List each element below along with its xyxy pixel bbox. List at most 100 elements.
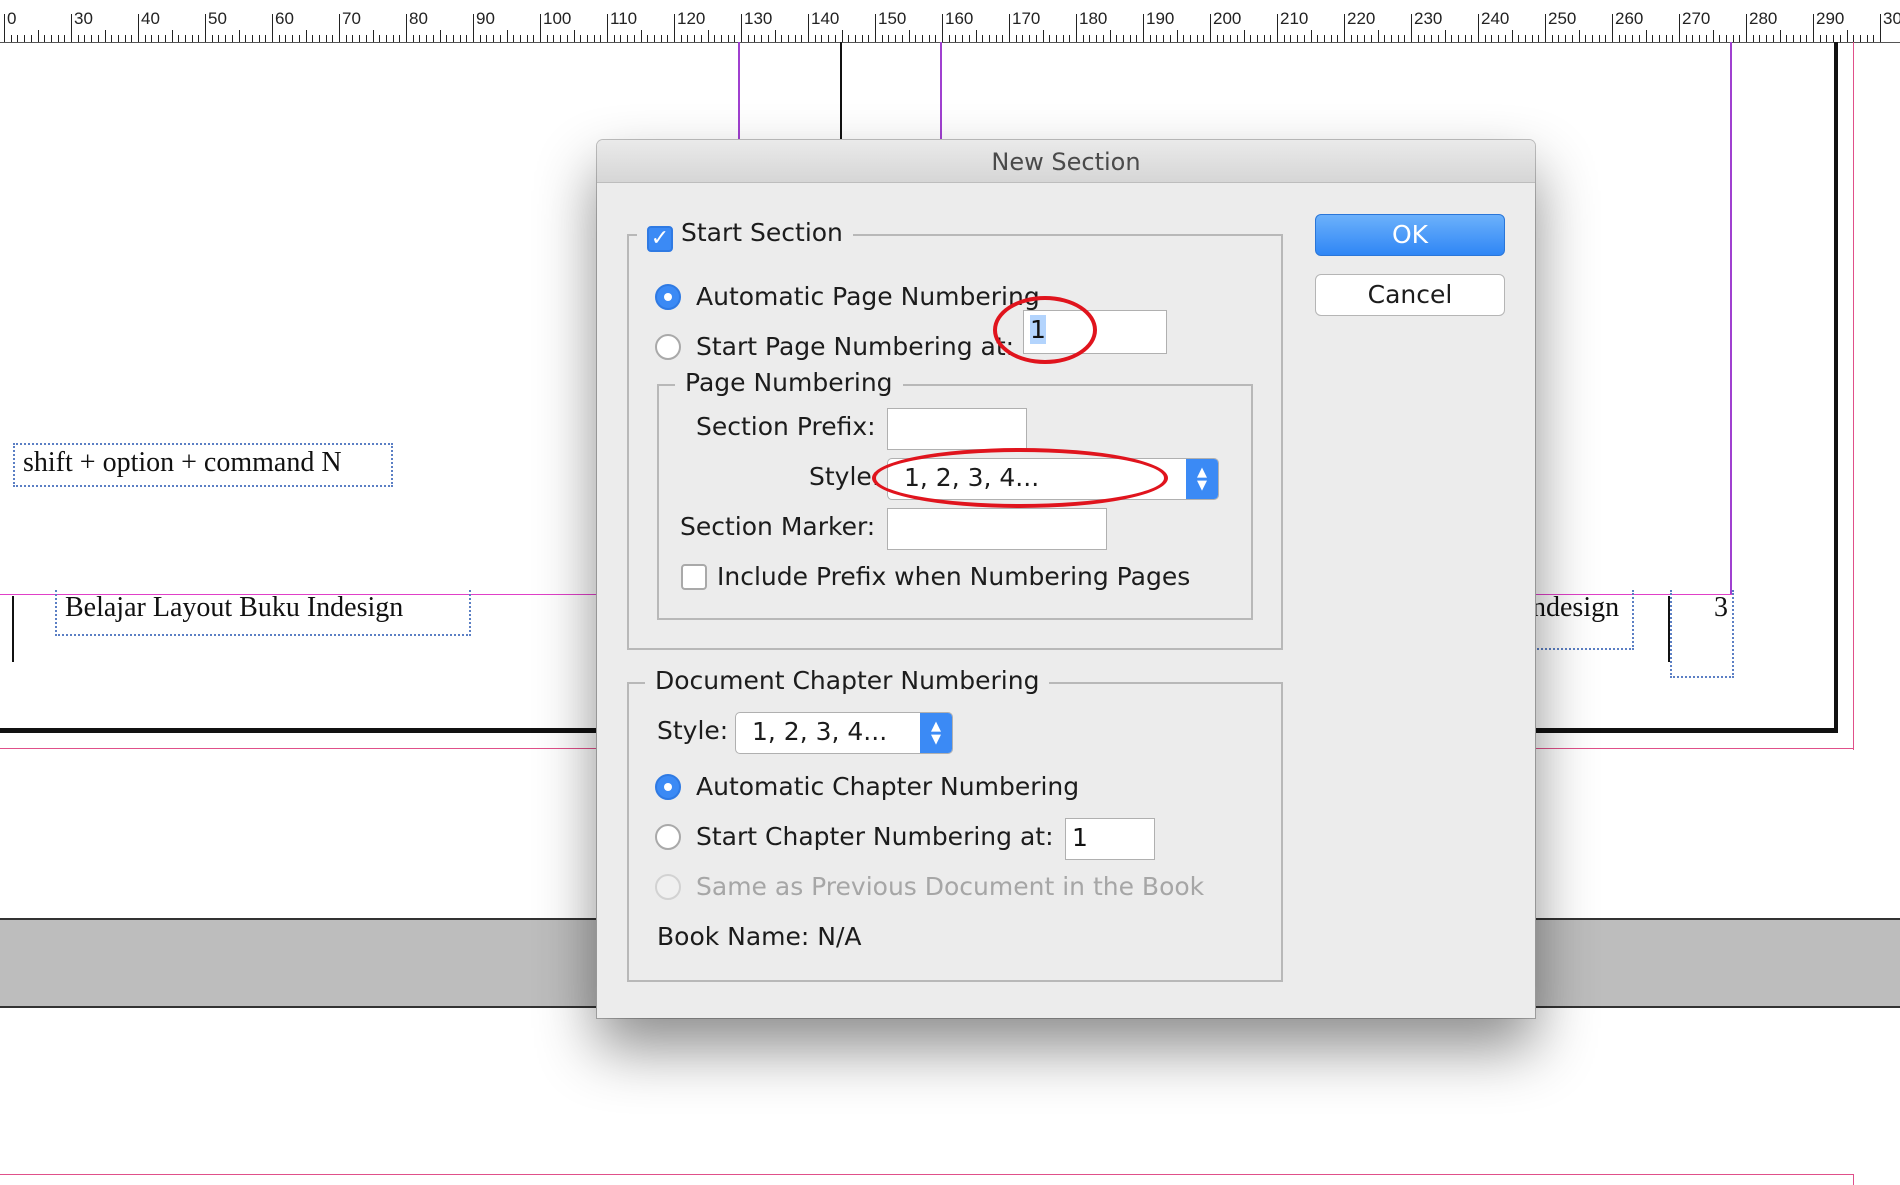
ruler-minor-tick [734,35,736,42]
start-chapter-numbering-radio[interactable] [655,824,681,850]
automatic-page-numbering-label[interactable]: Automatic Page Numbering [696,282,1040,312]
ruler-minor-tick [372,30,374,42]
ruler-minor-tick [955,35,957,42]
ruler-minor-tick [1317,35,1319,42]
ruler-minor-tick [1216,35,1218,42]
ruler-minor-tick [1116,35,1118,42]
ruler-major-tick [205,14,206,42]
ruler-minor-tick [1370,35,1372,42]
ruler-minor-tick [1129,35,1131,42]
include-prefix-checkbox[interactable] [681,564,707,590]
ruler-minor-tick [1571,35,1573,42]
ruler-minor-tick [1484,35,1486,42]
ruler-major-tick [1612,14,1613,42]
ruler-minor-tick [1096,35,1098,42]
ruler-minor-tick [1163,35,1165,42]
ruler-minor-tick [1189,35,1191,42]
ruler-minor-tick [1652,35,1654,42]
same-as-previous-radio[interactable] [655,874,681,900]
ruler-minor-tick [1384,35,1386,42]
ruler-minor-tick [1183,35,1185,42]
ruler-minor-tick [935,35,937,42]
ruler-minor-tick [1558,35,1560,42]
ruler-minor-tick [292,35,294,42]
ruler-minor-tick [747,35,749,42]
ruler-minor-tick [1658,35,1660,42]
page-numbering-legend: Page Numbering [675,368,903,398]
automatic-page-numbering-radio[interactable] [655,284,681,310]
ruler-minor-tick [1672,35,1674,42]
section-prefix-input[interactable] [887,408,1027,450]
start-page-numbering-label[interactable]: Start Page Numbering at: [696,332,1014,362]
ruler-minor-tick [1444,30,1446,42]
ruler-minor-tick [928,35,930,42]
ruler-minor-tick [633,35,635,42]
ruler-minor-tick [77,35,79,42]
automatic-chapter-numbering-label[interactable]: Automatic Chapter Numbering [696,772,1079,802]
ruler-minor-tick [1826,35,1828,42]
chapter-style-select[interactable]: 1, 2, 3, 4... ▲ ▼ [735,712,953,754]
ruler-minor-tick [44,35,46,42]
start-chapter-numbering-label[interactable]: Start Chapter Numbering at: [696,822,1054,852]
ruler-minor-tick [1451,35,1453,42]
chevron-updown-icon: ▲ ▼ [920,713,952,753]
ruler-minor-tick [861,35,863,42]
ruler-minor-tick [828,35,830,42]
include-prefix-label[interactable]: Include Prefix when Numbering Pages [717,562,1190,592]
start-chapter-number-input[interactable]: 1 [1065,818,1155,860]
column-guide [738,42,740,142]
ruler-minor-tick [1873,35,1875,42]
ruler-minor-tick [1109,30,1111,42]
ruler-minor-tick [1518,35,1520,42]
ruler-minor-tick [1692,35,1694,42]
ruler-label: 300 [1883,9,1900,28]
ruler-minor-tick [238,30,240,42]
section-marker-input[interactable] [887,508,1107,550]
ok-button[interactable]: OK [1315,214,1505,256]
ruler-minor-tick [526,35,528,42]
ruler-minor-tick [1062,35,1064,42]
ruler-major-tick [1009,14,1010,42]
ruler-minor-tick [1833,35,1835,42]
ruler-label: 170 [1012,9,1041,28]
ruler-minor-tick [553,35,555,42]
horizontal-ruler[interactable]: 0 30 40 50 60 70 80 90 100 110 120 130 140 150 160 170 1… [0,0,1900,43]
ruler-minor-tick [821,35,823,42]
ruler-minor-tick [995,35,997,42]
ruler-minor-tick [486,35,488,42]
ruler-minor-tick [432,35,434,42]
ruler-minor-tick [97,35,99,42]
annotation-ellipse-start-number [993,296,1097,364]
page-number-frame[interactable]: 3 [1670,590,1734,678]
ruler-minor-tick [278,35,280,42]
ruler-minor-tick [519,35,521,42]
ruler-minor-tick [620,35,622,42]
start-page-numbering-radio[interactable] [655,334,681,360]
ruler-minor-tick [975,30,977,42]
footer-text-frame-left[interactable]: Belajar Layout Buku Indesign [55,590,471,636]
cancel-button[interactable]: Cancel [1315,274,1505,316]
footer-text-left: Belajar Layout Buku Indesign [65,592,404,623]
ruler-major-tick [1210,14,1211,42]
ruler-minor-tick [104,30,106,42]
ruler-major-tick [1143,14,1144,42]
footer-text-frame-right[interactable]: ndesign [1530,590,1634,650]
ruler-minor-tick [848,35,850,42]
ruler-minor-tick [144,35,146,42]
shortcut-text-frame[interactable]: shift + option + command N [13,443,393,487]
start-section-legend: ✓ Start Section [637,218,853,252]
ruler-minor-tick [17,35,19,42]
ruler-minor-tick [479,35,481,42]
shortcut-text: shift + option + command N [23,447,342,478]
ruler-minor-tick [1323,35,1325,42]
gutter-line [840,42,842,142]
ruler-minor-tick [627,35,629,42]
automatic-chapter-numbering-radio[interactable] [655,774,681,800]
ruler-label: 70 [342,9,361,28]
ruler-minor-tick [1866,35,1868,42]
ruler-minor-tick [1176,30,1178,42]
ruler-minor-tick [794,35,796,42]
start-section-checkbox[interactable]: ✓ [647,226,673,252]
chapter-style-value: 1, 2, 3, 4... [752,717,888,746]
ruler-minor-tick [1256,35,1258,42]
